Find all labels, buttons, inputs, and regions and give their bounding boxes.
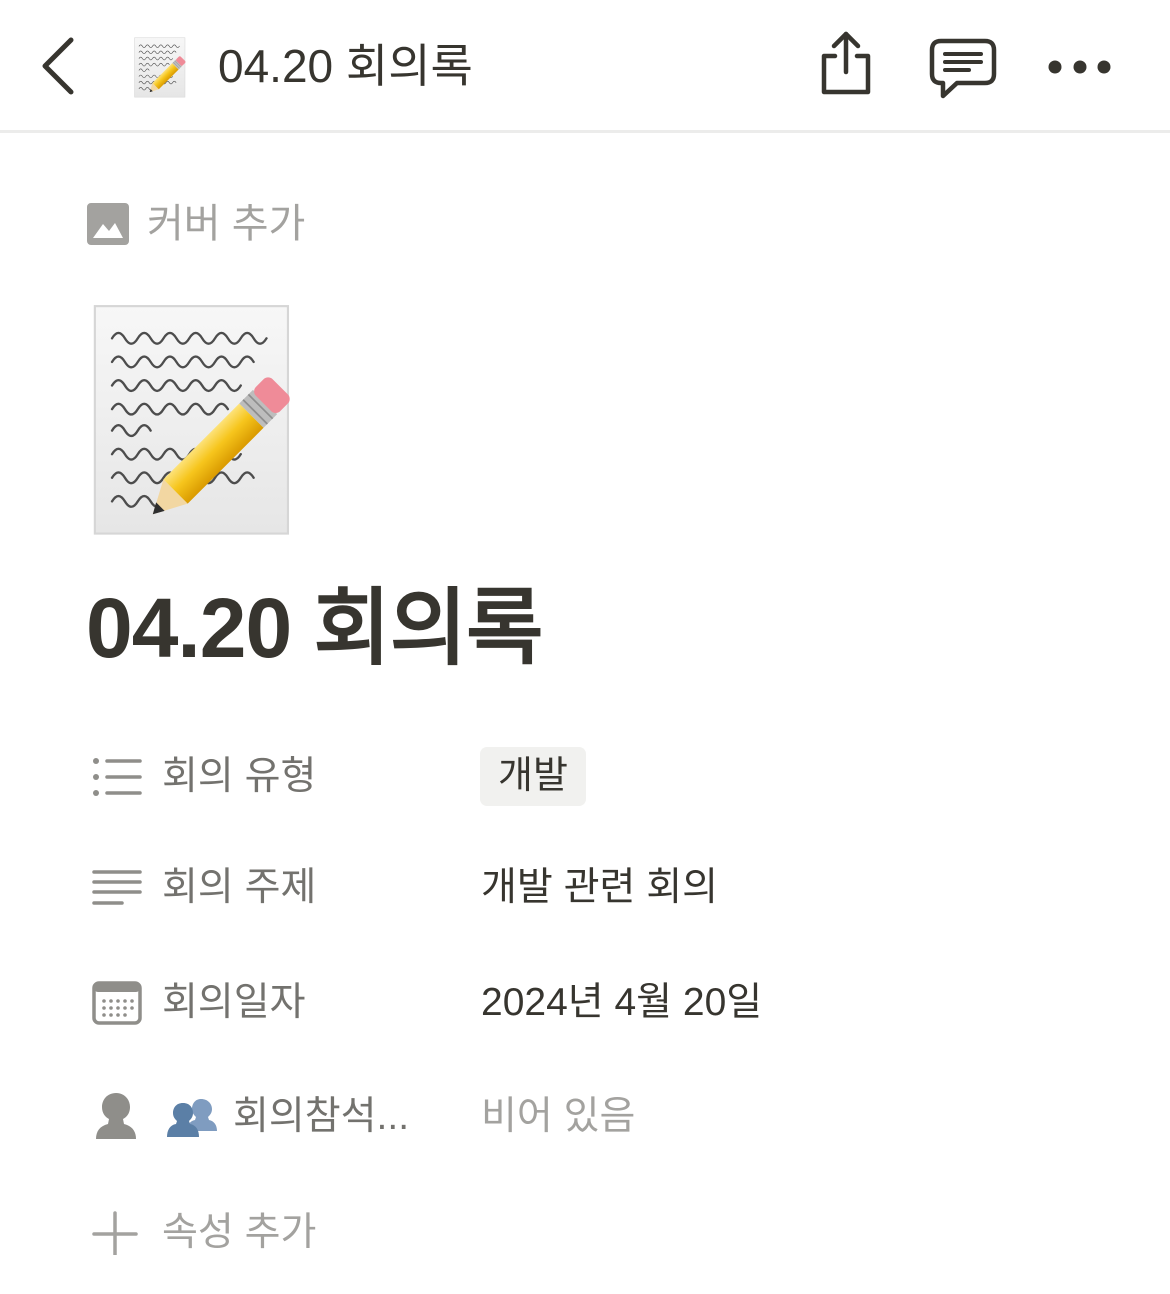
property-name: 회의일자 [162,981,306,1024]
property-name: 회의 유형 [162,755,317,798]
property-row-meeting-date[interactable]: 회의일자 2024년 4월 20일 [0,971,1170,1035]
person-icon [96,1093,136,1139]
select-tag[interactable]: 개발 [480,747,586,806]
add-property-button[interactable]: 속성 추가 [0,1201,1170,1265]
property-value[interactable]: 2024년 4월 20일 [481,971,762,1035]
add-property-label: 속성 추가 [162,1211,317,1254]
add-cover-button[interactable]: 커버 추가 [86,194,326,254]
share-icon [821,31,871,95]
chevron-left-icon [42,37,74,95]
comment-icon [929,38,997,99]
more-horizontal-icon [1048,60,1111,74]
memo-icon[interactable] [92,304,308,540]
more-button[interactable] [1044,52,1116,82]
people-icon [167,1099,217,1137]
property-name: 회의참석... [233,1095,410,1138]
calendar-icon [92,981,142,1025]
share-button[interactable] [818,29,874,97]
property-row-meeting-type[interactable]: 회의 유형 개발 [0,745,1170,809]
plus-icon [92,1211,138,1255]
property-row-attendees[interactable]: 회의참석... 비어 있음 [0,1085,1170,1149]
page-title[interactable]: 04.20 회의록 [86,576,543,680]
text-icon [92,870,142,905]
list-icon [93,758,142,796]
top-bar: 04.20 회의록 [0,0,1170,133]
header-divider [0,130,1170,133]
memo-icon[interactable] [134,37,190,99]
header-title[interactable]: 04.20 회의록 [218,36,473,96]
property-name: 회의 주제 [162,866,317,909]
comment-button[interactable] [929,38,997,100]
property-value-empty[interactable]: 비어 있음 [481,1085,635,1149]
add-cover-label: 커버 추가 [147,202,306,246]
property-row-meeting-topic[interactable]: 회의 주제 개발 관련 회의 [0,856,1170,920]
back-button[interactable] [38,36,78,96]
image-icon [87,203,129,245]
property-value[interactable]: 개발 관련 회의 [481,856,718,920]
